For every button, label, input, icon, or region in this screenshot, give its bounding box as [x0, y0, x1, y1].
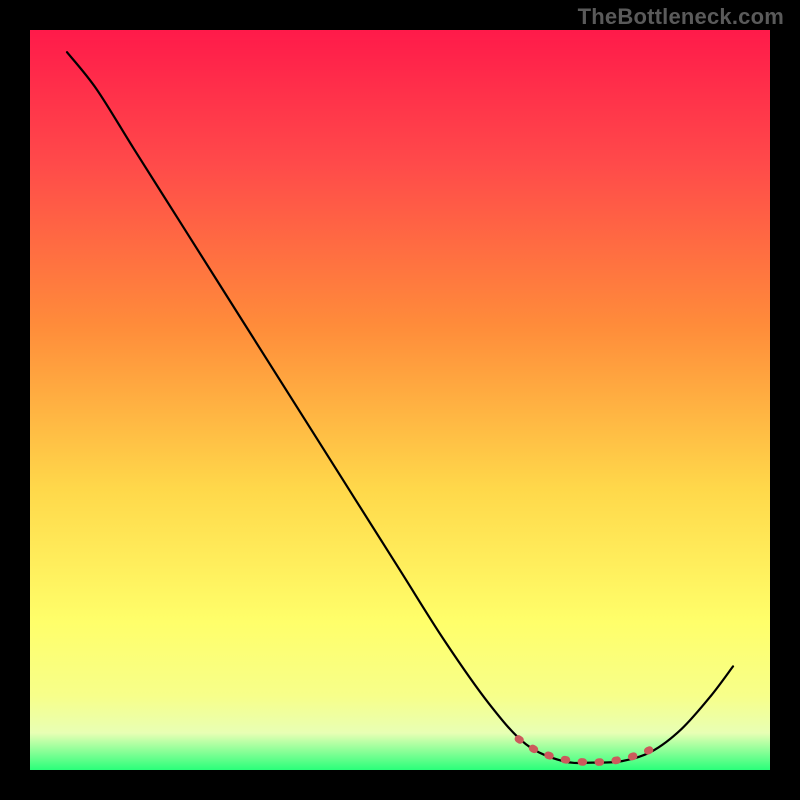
- chart-figure: TheBottleneck.com: [0, 0, 800, 800]
- chart-svg: [0, 0, 800, 800]
- watermark-label: TheBottleneck.com: [578, 4, 784, 30]
- plot-background: [30, 30, 770, 770]
